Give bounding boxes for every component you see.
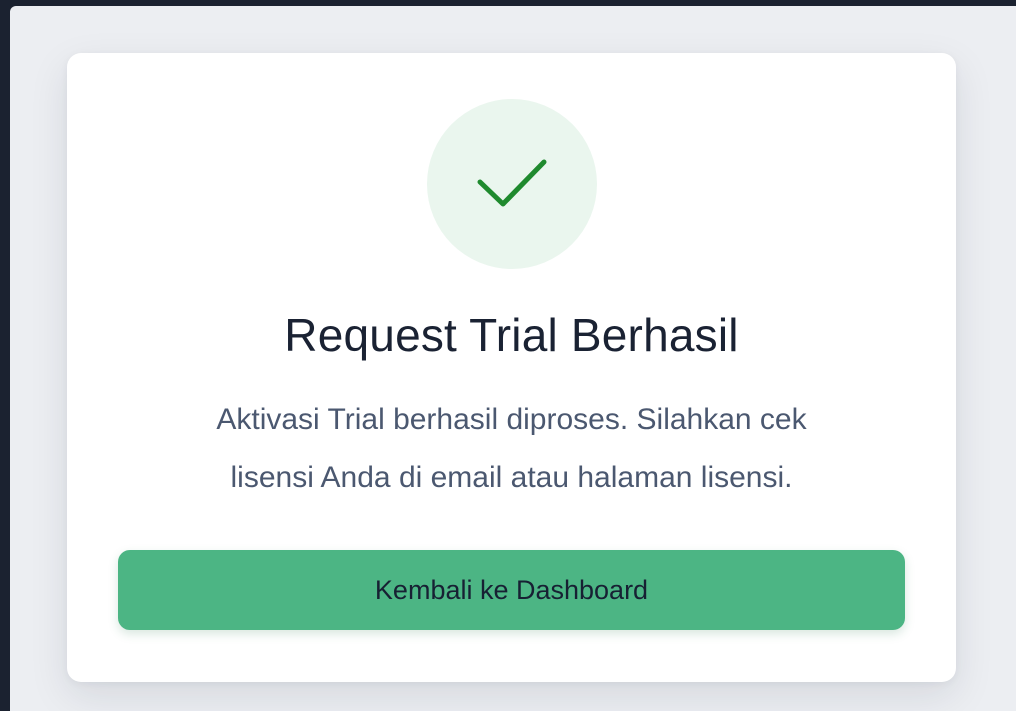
back-to-dashboard-button[interactable]: Kembali ke Dashboard [118,550,905,630]
success-dialog: Request Trial Berhasil Aktivasi Trial be… [67,53,956,682]
dialog-message: Aktivasi Trial berhasil diproses. Silahk… [127,391,896,507]
dialog-message-line: lisensi Anda di email atau halaman lisen… [230,461,793,494]
success-icon-circle [427,99,597,269]
dialog-title: Request Trial Berhasil [284,309,739,361]
dialog-message-line: Aktivasi Trial berhasil diproses. Silahk… [216,403,807,436]
checkmark-icon [477,159,547,207]
